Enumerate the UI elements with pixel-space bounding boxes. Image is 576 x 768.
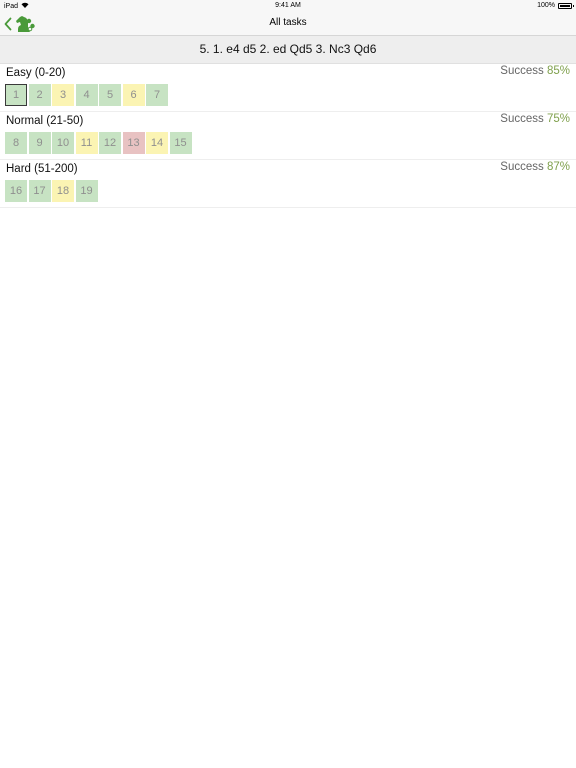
- task-tile[interactable]: 19: [75, 180, 98, 202]
- section-title: Normal (21-50): [6, 115, 84, 127]
- task-tile[interactable]: 7: [146, 84, 168, 106]
- task-tile[interactable]: 5: [99, 84, 121, 106]
- task-tile[interactable]: 10: [52, 132, 74, 154]
- status-time: 9:41 AM: [275, 2, 301, 9]
- success-label: Success: [500, 65, 547, 77]
- opening-title: 5. 1. e4 d5 2. ed Qd5 3. Nc3 Qd6: [0, 36, 576, 64]
- task-tile[interactable]: 9: [28, 132, 51, 154]
- success-percent: 85%: [546, 65, 570, 77]
- difficulty-section: Hard (51-200) Success 87% 16 17 18 19: [0, 160, 576, 208]
- task-tile[interactable]: 13: [122, 132, 145, 154]
- battery-icon: [558, 2, 574, 9]
- section-title: Easy (0-20): [6, 67, 66, 79]
- success-rate: Success 87%: [500, 161, 570, 173]
- task-tile[interactable]: 4: [75, 84, 98, 106]
- navigation-bar: All tasks: [0, 12, 576, 36]
- task-tile[interactable]: 11: [75, 132, 98, 154]
- task-tile[interactable]: 8: [5, 132, 27, 154]
- task-tile[interactable]: 12: [99, 132, 121, 154]
- success-label: Success: [500, 161, 547, 173]
- task-tiles: 16 17 18 19: [5, 180, 98, 202]
- task-tile[interactable]: 14: [146, 132, 168, 154]
- task-tile[interactable]: 18: [52, 180, 74, 202]
- success-rate: Success 75%: [500, 113, 570, 125]
- difficulty-section: Normal (21-50) Success 75% 8 9 10 11 12 13 14 15: [0, 112, 576, 160]
- section-title: Hard (51-200): [6, 163, 78, 175]
- success-percent: 87%: [546, 161, 570, 173]
- task-tile[interactable]: 1: [5, 84, 27, 106]
- task-tile[interactable]: 3: [52, 84, 74, 106]
- success-rate: Success 85%: [500, 65, 570, 77]
- task-tiles: 1234567: [5, 84, 168, 106]
- task-tile[interactable]: 16: [5, 180, 27, 202]
- difficulty-section: Easy (0-20) Success 85% 1 2 3 4 5 6 7: [0, 64, 576, 112]
- status-bar: iPad 9:41 AM 100%: [0, 0, 576, 12]
- task-tiles: 8 9 10 11 12 13 14 15: [5, 132, 192, 154]
- battery-percent: 100%: [537, 2, 555, 9]
- task-tile[interactable]: 6: [122, 84, 145, 106]
- task-tile[interactable]: 17: [28, 180, 51, 202]
- success-label: Success: [500, 113, 547, 125]
- status-right: 100%: [537, 2, 574, 9]
- success-percent: 75%: [546, 113, 570, 125]
- task-tile[interactable]: 15: [169, 132, 192, 154]
- nav-title: All tasks: [269, 17, 307, 28]
- task-tile[interactable]: 2: [28, 84, 51, 106]
